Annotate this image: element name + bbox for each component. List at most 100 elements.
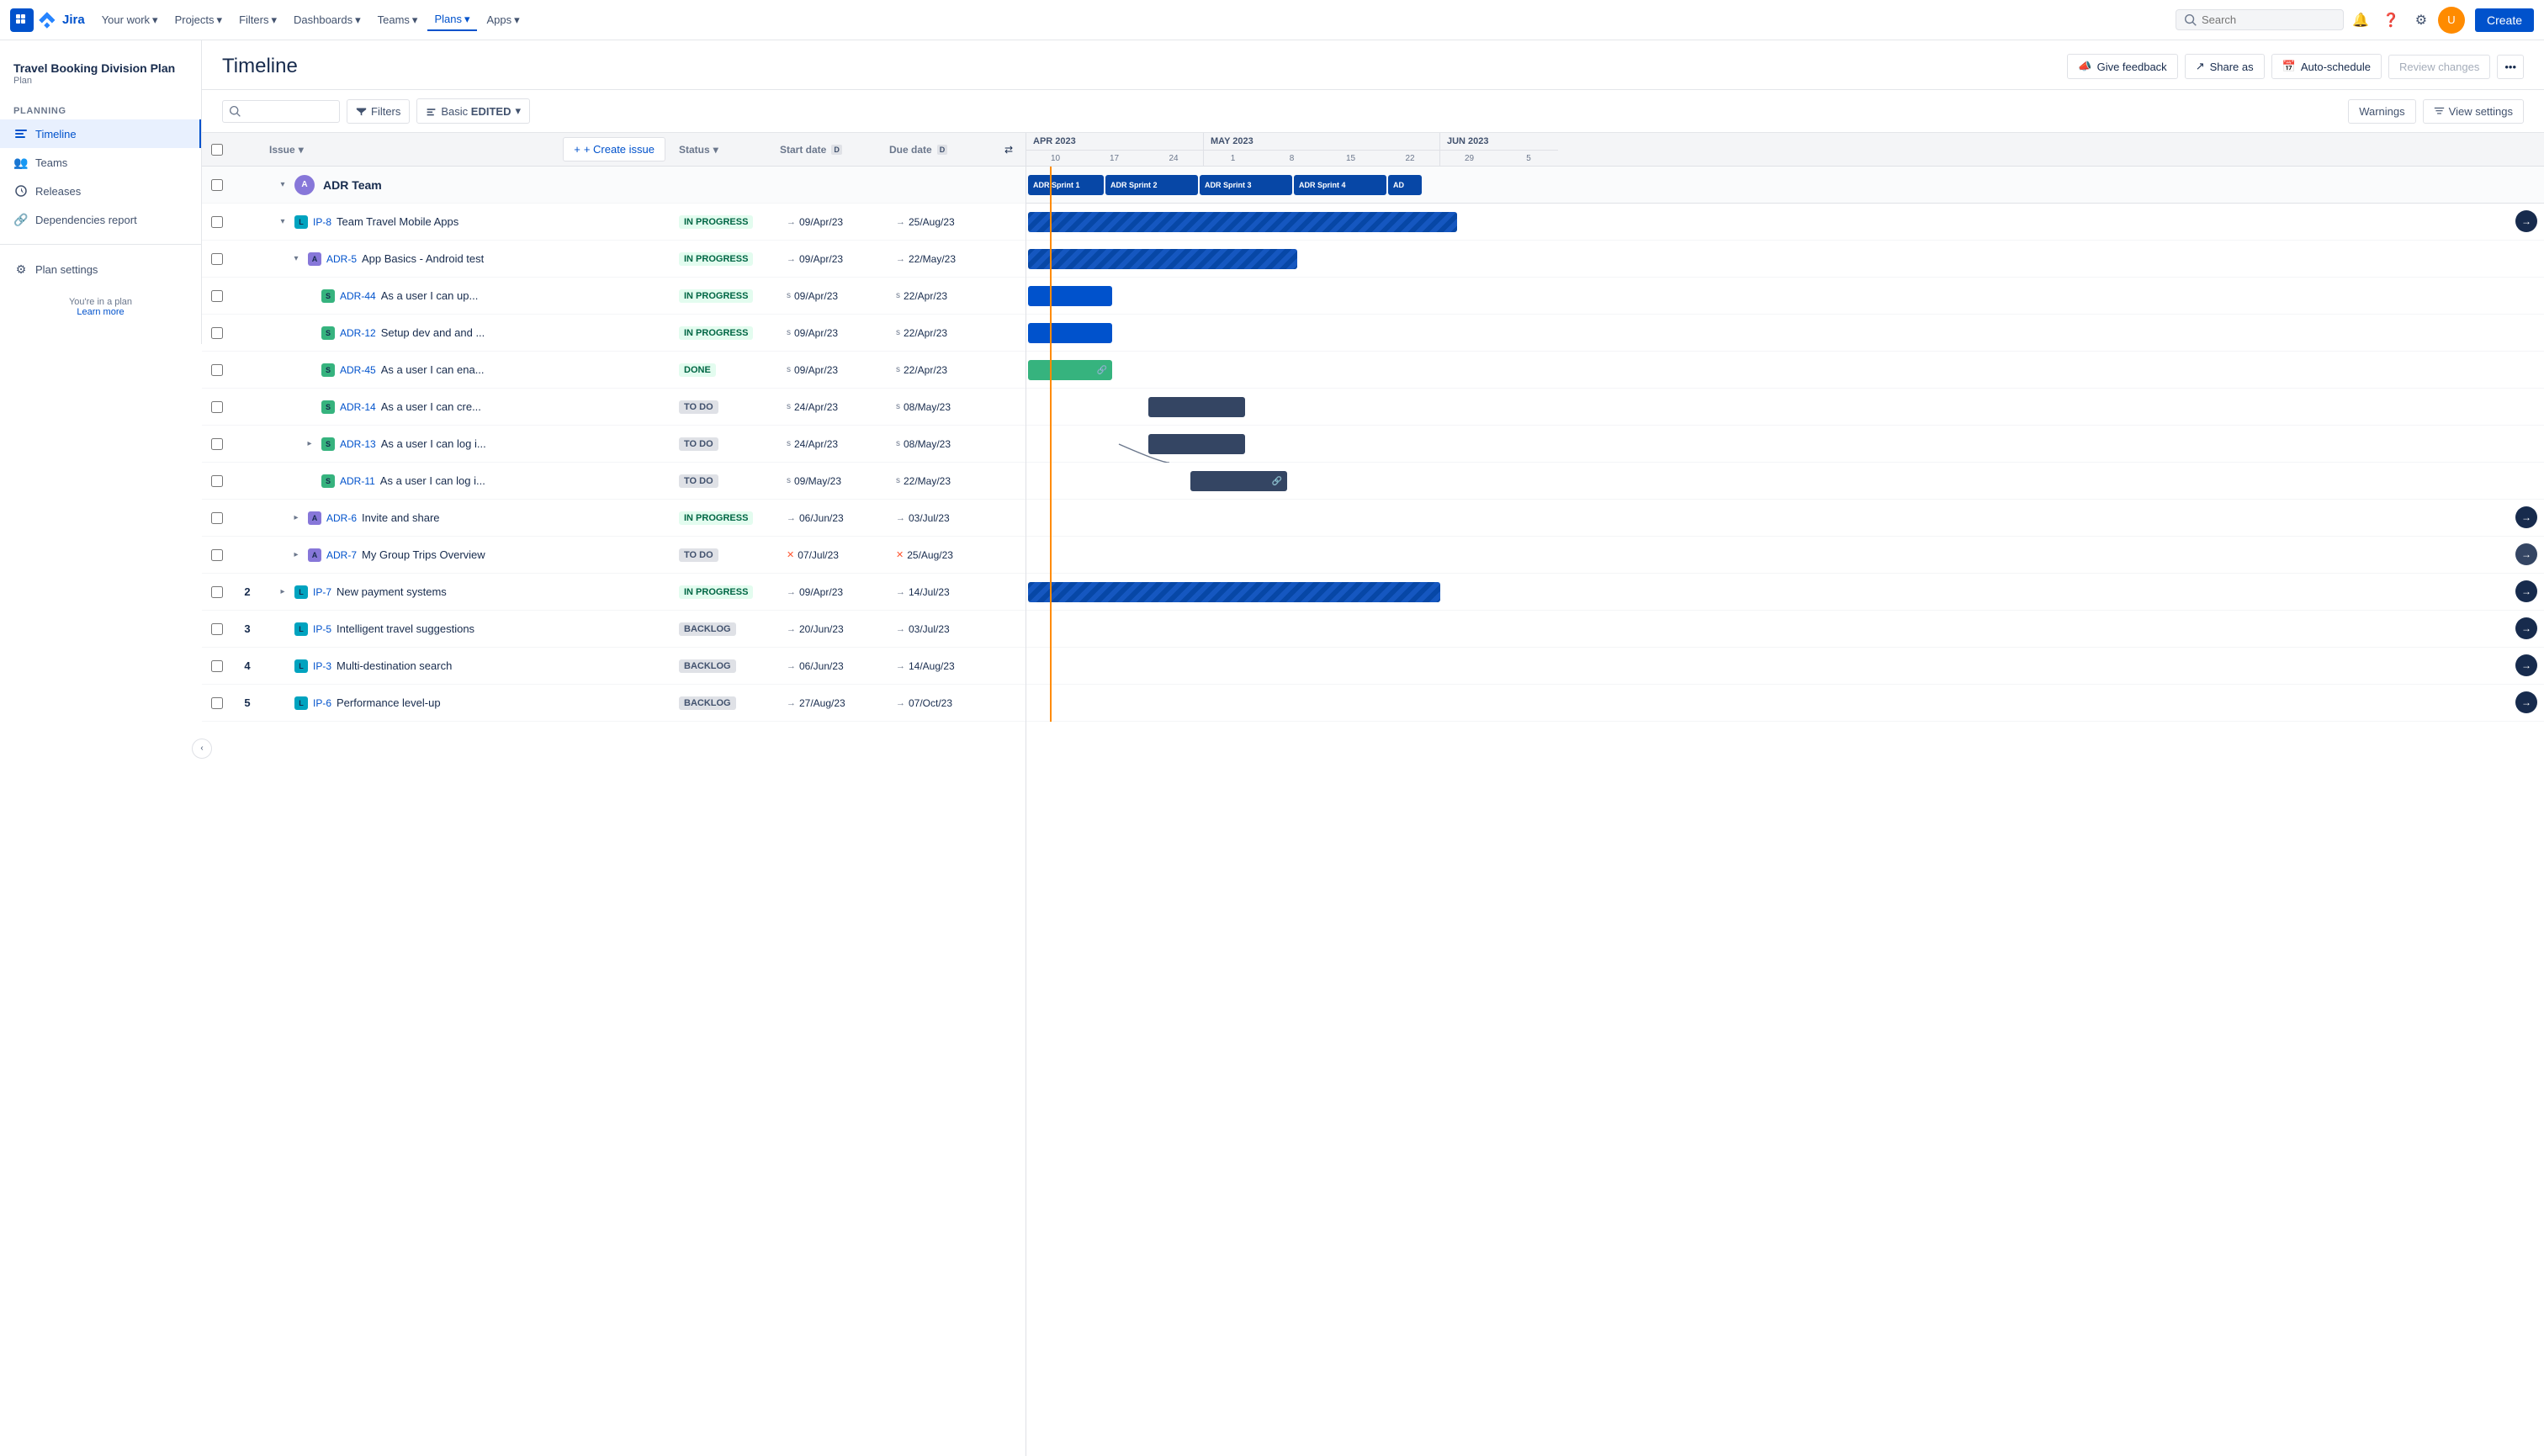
filters-button[interactable]: Filters	[347, 99, 410, 124]
row-checkbox[interactable]	[211, 438, 223, 450]
gantt-bar[interactable]	[1028, 286, 1112, 306]
start-date: →09/Apr/23	[780, 216, 850, 228]
settings-icon[interactable]: ⚙	[2408, 7, 2435, 34]
user-avatar[interactable]: U	[2438, 7, 2465, 34]
sidebar-collapse-button[interactable]: ‹	[192, 739, 212, 759]
today-line	[1050, 389, 1052, 425]
toolbar-search-input[interactable]	[246, 105, 330, 118]
notifications-icon[interactable]: 🔔	[2347, 7, 2374, 34]
status-badge: TO DO	[679, 474, 718, 488]
expand-icon[interactable]: ▾	[289, 252, 303, 266]
give-feedback-button[interactable]: 📣 Give feedback	[2067, 54, 2177, 79]
row-checkbox[interactable]	[211, 623, 223, 635]
issue-column-header[interactable]: Issue ▾	[269, 144, 304, 156]
row-checkbox[interactable]	[211, 586, 223, 598]
auto-schedule-button[interactable]: 📅 Auto-schedule	[2271, 54, 2382, 79]
expand-icon[interactable]: ▾	[276, 178, 289, 192]
status-column-header[interactable]: Status ▾	[679, 144, 718, 156]
gantt-bar[interactable]	[1028, 212, 1457, 232]
search-input[interactable]	[2202, 13, 2319, 26]
issue-title: As a user I can log i...	[380, 474, 485, 487]
today-line	[1050, 315, 1052, 351]
table-row[interactable]: ▸ S ADR-45 As a user I can ena... DONE s…	[202, 352, 1026, 389]
row-checkbox[interactable]	[211, 660, 223, 672]
more-actions-button[interactable]: •••	[2497, 55, 2524, 79]
table-row[interactable]: ▾ L IP-8 Team Travel Mobile Apps IN PROG…	[202, 204, 1026, 241]
gantt-bar[interactable]: 🔗	[1028, 360, 1112, 380]
gantt-bar[interactable]: 🔗	[1190, 471, 1287, 491]
table-row[interactable]: ▸ S ADR-11 As a user I can log i... TO D…	[202, 463, 1026, 500]
nav-dashboards[interactable]: Dashboards ▾	[287, 10, 368, 30]
expand-icon[interactable]: ▾	[276, 215, 289, 229]
table-row[interactable]: 4 ▸ L IP-3 Multi-destination search BACK…	[202, 648, 1026, 685]
warnings-button[interactable]: Warnings	[2348, 99, 2415, 124]
expand-icon[interactable]: ▸	[289, 548, 303, 562]
table-row[interactable]: ▸ A ADR-6 Invite and share IN PROGRESS →…	[202, 500, 1026, 537]
gantt-bar[interactable]	[1028, 582, 1440, 602]
row-checkbox[interactable]	[211, 549, 223, 561]
expand-icon[interactable]: ▸	[303, 437, 316, 451]
expand-collapse-all-icon[interactable]: ⇄	[1004, 144, 1013, 156]
create-issue-button[interactable]: + + Create issue	[563, 137, 665, 161]
view-settings-button[interactable]: View settings	[2423, 99, 2524, 124]
gantt-scroll[interactable]: APR 2023 10 17 24 MAY 2023	[1026, 133, 2544, 1456]
basic-edited-button[interactable]: Basic EDITED ▾	[416, 98, 530, 124]
nav-apps[interactable]: Apps ▾	[480, 10, 527, 30]
table-row[interactable]: ▾ A ADR Team	[202, 167, 1026, 204]
table-row[interactable]: ▸ S ADR-14 As a user I can cre... TO DO …	[202, 389, 1026, 426]
expand-icon[interactable]: ▸	[276, 585, 289, 599]
table-row[interactable]: 2 ▸ L IP-7 New payment systems IN PROGRE…	[202, 574, 1026, 611]
nav-projects[interactable]: Projects ▾	[168, 10, 230, 30]
row-checkbox[interactable]	[211, 216, 223, 228]
table-row[interactable]: ▸ A ADR-7 My Group Trips Overview TO DO …	[202, 537, 1026, 574]
search-box[interactable]	[2176, 9, 2344, 30]
timeline-icon	[13, 126, 29, 141]
table-row[interactable]: ▸ S ADR-44 As a user I can up... IN PROG…	[202, 278, 1026, 315]
expand-icon[interactable]: ▸	[289, 511, 303, 525]
sidebar-item-releases[interactable]: Releases	[0, 177, 201, 205]
gantt-bar[interactable]	[1148, 397, 1245, 417]
table-row[interactable]: ▸ S ADR-13 As a user I can log i... TO D…	[202, 426, 1026, 463]
share-as-button[interactable]: ↗ Share as	[2185, 54, 2265, 79]
toolbar-search[interactable]	[222, 100, 340, 123]
nav-plans[interactable]: Plans ▾	[427, 9, 476, 31]
jira-logo[interactable]: Jira	[37, 10, 85, 30]
learn-more-link[interactable]: Learn more	[77, 307, 124, 317]
row-checkbox[interactable]	[211, 290, 223, 302]
row-checkbox[interactable]	[211, 697, 223, 709]
sidebar-item-timeline[interactable]: Timeline	[0, 119, 201, 148]
status-badge: IN PROGRESS	[679, 511, 753, 525]
table-row[interactable]: ▸ S ADR-12 Setup dev and and ... IN PROG…	[202, 315, 1026, 352]
row-checkbox[interactable]	[211, 512, 223, 524]
create-button[interactable]: Create	[2475, 8, 2534, 32]
nav-your-work[interactable]: Your work ▾	[95, 10, 165, 30]
apps-grid-icon[interactable]	[10, 8, 34, 32]
due-date-column-header[interactable]: Due date D	[889, 144, 947, 156]
table-row[interactable]: ▾ A ADR-5 App Basics - Android test IN P…	[202, 241, 1026, 278]
row-checkbox[interactable]	[211, 401, 223, 413]
nav-teams[interactable]: Teams ▾	[371, 10, 425, 30]
day-label: 15	[1322, 151, 1381, 166]
sidebar-item-teams[interactable]: 👥 Teams	[0, 148, 201, 177]
row-checkbox[interactable]	[211, 253, 223, 265]
review-changes-button[interactable]: Review changes	[2388, 55, 2490, 79]
select-all-checkbox[interactable]	[211, 144, 223, 156]
gantt-bar[interactable]	[1028, 323, 1112, 343]
today-line	[1050, 426, 1052, 462]
row-checkbox[interactable]	[211, 327, 223, 339]
nav-filters[interactable]: Filters ▾	[232, 10, 284, 30]
issue-key: ADR-45	[340, 364, 376, 376]
table-row[interactable]: 3 ▸ L IP-5 Intelligent travel suggestion…	[202, 611, 1026, 648]
help-icon[interactable]: ❓	[2377, 7, 2404, 34]
sidebar-item-plan-settings[interactable]: ⚙ Plan settings	[0, 255, 201, 283]
gantt-bar[interactable]	[1028, 249, 1297, 269]
row-checkbox[interactable]	[211, 179, 223, 191]
status-badge: IN PROGRESS	[679, 289, 753, 303]
table-row[interactable]: 5 ▸ L IP-6 Performance level-up BACKLOG …	[202, 685, 1026, 722]
row-checkbox[interactable]	[211, 364, 223, 376]
sidebar-item-dependencies[interactable]: 🔗 Dependencies report	[0, 205, 201, 234]
row-checkbox[interactable]	[211, 475, 223, 487]
search-icon	[2185, 14, 2197, 26]
start-date-column-header[interactable]: Start date D	[780, 144, 842, 156]
start-date: s09/Apr/23	[780, 327, 845, 339]
